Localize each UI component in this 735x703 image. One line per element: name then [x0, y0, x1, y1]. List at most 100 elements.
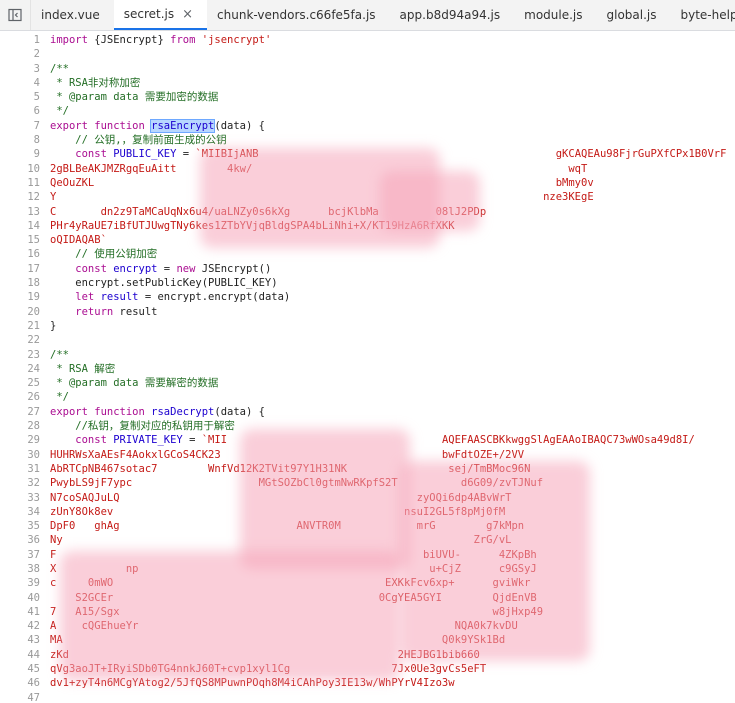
tab-label: chunk-vendors.c66fe5fa.js — [217, 8, 376, 22]
code-line: 6 */ — [0, 104, 735, 118]
code-line: 27 export function rsaDecrypt(data) { — [0, 405, 735, 419]
tab-secret-js[interactable]: secret.js × — [113, 0, 208, 30]
line-content: DpF0 ghAg ANVTR0M mrG g7kMpn — [50, 520, 525, 533]
code-line: 26 */ — [0, 390, 735, 404]
line-number: 30 — [27, 448, 40, 461]
line-content: * RSA非对称加密 — [50, 76, 141, 89]
line-number: 2 — [33, 48, 40, 61]
line-content: //私钥，复制对应的私钥用于解密 — [50, 420, 235, 433]
code-line: 15 oQIDAQAB` — [0, 233, 735, 247]
tab-label: index.vue — [41, 8, 100, 22]
line-content: // 使用公钥加密 — [50, 248, 158, 261]
line-number: 47 — [27, 691, 40, 703]
code-line: 28 //私钥，复制对应的私钥用于解密 — [0, 419, 735, 433]
line-number: 40 — [27, 591, 40, 604]
line-content: * RSA 解密 — [50, 362, 116, 375]
tab-label: global.js — [606, 8, 657, 22]
code-line: 9 const PUBLIC_KEY = `MIIBIjANB gKCAQEAu… — [0, 147, 735, 161]
line-number: 39 — [27, 577, 40, 590]
line-number: 45 — [27, 663, 40, 676]
code-line: 41 7 A15/Sgx w8jHxp49 — [0, 605, 735, 619]
line-number: 16 — [27, 248, 40, 261]
toggle-navigator-button[interactable] — [0, 0, 31, 30]
code-line: 13 C dn2z9TaMCaUqNx6u4/uaLNZy0s6kXg bcjKl… — [0, 205, 735, 219]
line-content: PHr4yRaUE7iBfUTJUwgTNy6kes1ZTbYVjqBldgSP… — [50, 219, 455, 232]
line-content: X np u+CjZ c9GSyJ — [50, 562, 537, 575]
code-line: 34 zUnY8Ok8ev nsuI2GL5f8pMj0fM — [0, 505, 735, 519]
tab-app-js[interactable]: app.b8d94a94.js — [390, 0, 515, 30]
line-content: 7 A15/Sgx w8jHxp49 — [50, 605, 544, 618]
tab-module-js[interactable]: module.js — [514, 0, 596, 30]
line-content: C dn2z9TaMCaUqNx6u4/uaLNZy0s6kXg bcjKlbM… — [50, 205, 487, 218]
line-number: 20 — [27, 305, 40, 318]
line-number: 38 — [27, 562, 40, 575]
line-content: MA Q0k9YSk1Bd — [50, 634, 506, 647]
line-content: /** — [50, 348, 69, 361]
code-line: 43 MA Q0k9YSk1Bd — [0, 633, 735, 647]
tab-index-vue[interactable]: index.vue — [31, 0, 114, 30]
editor-tab-bar: index.vue secret.js × chunk-vendors.c66f… — [0, 0, 735, 31]
code-line: 3 /** — [0, 62, 735, 76]
line-content: const PUBLIC_KEY = `MIIBIjANB gKCAQEAu98… — [50, 148, 727, 161]
code-line: 14 PHr4yRaUE7iBfUTJUwgTNy6kes1ZTbYVjqBldg… — [0, 219, 735, 233]
close-tab-icon[interactable]: × — [182, 7, 193, 22]
code-line: 11 QeOuZKL bMmy0v — [0, 176, 735, 190]
line-number: 23 — [27, 348, 40, 361]
code-line: 24 * RSA 解密 — [0, 362, 735, 376]
line-content: AbRTCpNB467sotac7 WnfVd12K2TVit97Y1H31NK… — [50, 462, 531, 475]
code-line: 33 N7coSAQJuLQ zyOQi6dp4ABvWrT — [0, 491, 735, 505]
code-line: 23 /** — [0, 348, 735, 362]
line-content: /** — [50, 62, 69, 75]
line-number: 28 — [27, 420, 40, 433]
line-content: export function rsaDecrypt(data) { — [50, 405, 265, 418]
code-line: 19 let result = encrypt.encrypt(data) — [0, 290, 735, 304]
sidebar-toggle-icon — [8, 8, 22, 22]
line-number: 36 — [27, 534, 40, 547]
code-editor[interactable]: 1 import {JSEncrypt} from 'jsencrypt' 2 3… — [0, 31, 735, 703]
code-line: 44 zKd 2HEJBG1bib660 — [0, 648, 735, 662]
code-line: 12 Y nze3KEgE — [0, 190, 735, 204]
line-number: 43 — [27, 634, 40, 647]
tab-label: module.js — [524, 8, 583, 22]
code-line: 29 const PRIVATE_KEY = `MII AQEFAASCBKkw… — [0, 433, 735, 447]
code-line: 16 // 使用公钥加密 — [0, 247, 735, 261]
tab-byte-helpers-js[interactable]: byte-helpers.js — [671, 0, 735, 30]
code-line: 25 * @param data 需要解密的数据 — [0, 376, 735, 390]
line-content: encrypt.setPublicKey(PUBLIC_KEY) — [50, 277, 278, 290]
line-number: 1 — [33, 34, 40, 46]
line-number: 4 — [33, 76, 40, 89]
line-content: N7coSAQJuLQ zyOQi6dp4ABvWrT — [50, 491, 512, 504]
line-content: PwybLS9jF7ypc MGtSOZbCl0gtmNwRKpfS2T d6G… — [50, 477, 544, 490]
line-number: 5 — [33, 91, 40, 104]
line-content — [50, 691, 455, 703]
line-content: oQIDAQAB` — [50, 234, 107, 247]
line-content: * @param data 需要解密的数据 — [50, 377, 219, 390]
code-line: 8 // 公钥,，复制前面生成的公钥 — [0, 133, 735, 147]
line-number: 35 — [27, 520, 40, 533]
line-content: F biUVU- 4ZKpBh — [50, 548, 537, 561]
line-number: 25 — [27, 377, 40, 390]
line-number: 33 — [27, 491, 40, 504]
line-content: Y nze3KEgE — [50, 191, 594, 204]
line-number: 8 — [33, 134, 40, 147]
code-line: 30 HUHRWsXaAEsF4AokxlGCoS4CK23 bwFdtOZE+/… — [0, 448, 735, 462]
tab-chunk-vendors-js[interactable]: chunk-vendors.c66fe5fa.js — [207, 0, 390, 30]
code-line: 39 c 0mWO EXKkFcv6xp+ gviWkr — [0, 576, 735, 590]
code-line: 47 — [0, 691, 735, 703]
code-line: 38 X np u+CjZ c9GSyJ — [0, 562, 735, 576]
line-number: 18 — [27, 277, 40, 290]
code-line: 4 * RSA非对称加密 — [0, 76, 735, 90]
line-number: 31 — [27, 462, 40, 475]
line-content: qVg3aoJT+IRyiSDb0TG4nnkJ60T+cvp1xyl1Cg 7… — [50, 663, 487, 676]
line-number: 6 — [33, 105, 40, 118]
tab-label: byte-helpers.js — [680, 8, 735, 22]
line-content: zUnY8Ok8ev nsuI2GL5f8pMj0fM — [50, 505, 506, 518]
line-content: */ — [50, 105, 69, 118]
highlighted-identifier: rsaEncrypt — [150, 118, 216, 133]
tab-global-js[interactable]: global.js — [597, 0, 671, 30]
code-line: 42 A cQGEhueYr NQA0k7kvDU — [0, 619, 735, 633]
line-content: } — [50, 319, 57, 332]
line-number: 34 — [27, 505, 40, 518]
line-number: 7 — [33, 119, 40, 132]
line-content: Ny ZrG/vL — [50, 534, 512, 547]
